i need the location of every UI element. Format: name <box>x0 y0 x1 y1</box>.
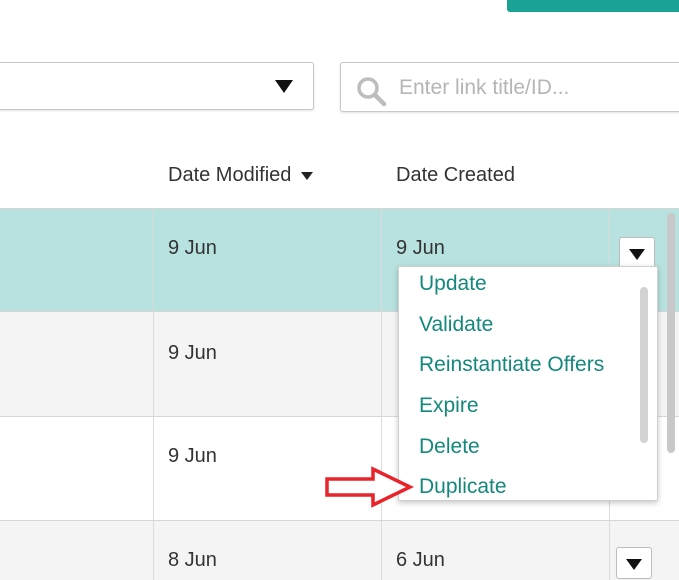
table-row[interactable]: 8 Jun 6 Jun <box>0 520 679 580</box>
row-actions-button[interactable] <box>619 237 655 269</box>
column-divider <box>609 521 610 580</box>
menu-scrollbar[interactable] <box>640 287 648 443</box>
filter-dropdown[interactable] <box>0 62 314 110</box>
column-divider <box>381 209 382 311</box>
row-actions-menu: Update Validate Reinstantiate Offers Exp… <box>398 266 658 501</box>
column-header-date-created[interactable]: Date Created <box>396 164 515 187</box>
menu-item-validate[interactable]: Validate <box>419 313 493 337</box>
date-modified-cell: 9 Jun <box>168 342 217 364</box>
dropdown-caret-icon <box>275 80 293 93</box>
column-divider <box>153 521 154 580</box>
date-modified-cell: 8 Jun <box>168 549 217 571</box>
column-header-date-modified[interactable]: Date Modified <box>168 164 314 187</box>
dropdown-caret-icon <box>626 559 642 570</box>
date-created-cell: 6 Jun <box>396 549 445 571</box>
column-header-label: Date Modified <box>168 164 292 186</box>
column-header-label: Date Created <box>396 164 515 186</box>
table-scrollbar[interactable] <box>667 213 675 453</box>
annotation-arrow-icon <box>325 466 414 508</box>
primary-action-button[interactable] <box>507 0 679 12</box>
date-created-cell: 9 Jun <box>396 237 445 259</box>
row-actions-button[interactable] <box>616 547 652 579</box>
column-divider <box>381 312 382 416</box>
menu-item-reinstantiate-offers[interactable]: Reinstantiate Offers <box>419 353 604 377</box>
dropdown-caret-icon <box>629 249 645 260</box>
date-modified-cell: 9 Jun <box>168 237 217 259</box>
search-box[interactable] <box>340 62 679 112</box>
menu-item-duplicate[interactable]: Duplicate <box>419 475 507 499</box>
search-icon <box>357 77 387 107</box>
column-divider <box>153 209 154 311</box>
column-divider <box>153 312 154 416</box>
date-modified-cell: 9 Jun <box>168 445 217 467</box>
menu-item-delete[interactable]: Delete <box>419 435 480 459</box>
menu-item-update[interactable]: Update <box>419 272 487 296</box>
column-divider <box>381 521 382 580</box>
column-divider <box>153 417 154 520</box>
sort-descending-icon <box>301 171 314 180</box>
search-input[interactable] <box>397 73 671 103</box>
menu-item-expire[interactable]: Expire <box>419 394 479 418</box>
